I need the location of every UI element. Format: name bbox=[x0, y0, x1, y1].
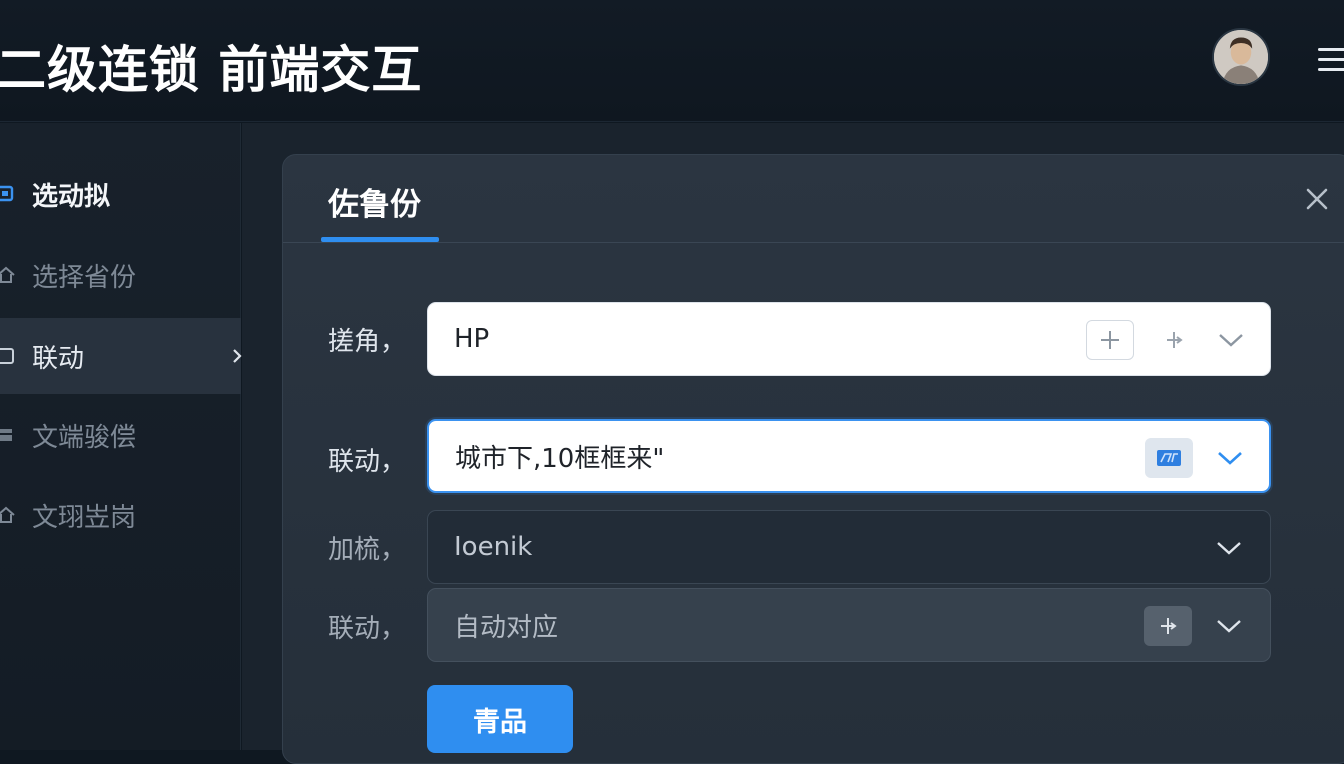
plus-icon bbox=[1101, 331, 1119, 349]
chevron-down-icon[interactable] bbox=[1214, 535, 1244, 561]
sidebar-item-label: 联动 bbox=[32, 343, 85, 374]
sidebar-item-select[interactable]: 选动拟 bbox=[0, 156, 241, 232]
tab-underline bbox=[321, 237, 439, 242]
chevron-down-icon[interactable] bbox=[1216, 327, 1246, 353]
field-value: 城市下,10框框来" bbox=[455, 443, 665, 474]
select-icon bbox=[0, 184, 16, 204]
pin-button[interactable] bbox=[1144, 606, 1192, 646]
tag-icon bbox=[1157, 450, 1181, 466]
form-panel: 佐鲁份 搓角， HP 联动， 城市下,10框框来" 加梳， Ioenik 联动，… bbox=[282, 154, 1344, 764]
add-button[interactable] bbox=[1086, 320, 1134, 360]
brand-select[interactable]: HP bbox=[427, 302, 1271, 376]
row-label: 加梳， bbox=[328, 535, 407, 565]
row-label: 搓角， bbox=[328, 327, 407, 357]
sidebar-item-docs[interactable]: 文端骏偿 bbox=[0, 397, 241, 473]
stack-icon bbox=[0, 425, 16, 445]
pin-button[interactable] bbox=[1150, 320, 1198, 360]
tab-active[interactable]: 佐鲁份 bbox=[328, 179, 421, 224]
pin-icon bbox=[1167, 332, 1183, 348]
sidebar-item-choose-province[interactable]: 选择省份 bbox=[0, 237, 241, 313]
app-title: 二级连锁 前端交互 bbox=[0, 41, 423, 99]
third-select[interactable]: Ioenik bbox=[427, 510, 1271, 584]
field-value: 自动对应 bbox=[454, 612, 559, 643]
sidebar-item-label: 选动拟 bbox=[32, 181, 111, 212]
close-icon[interactable] bbox=[1301, 183, 1333, 215]
sidebar-item-label: 选择省份 bbox=[32, 262, 137, 293]
chevron-down-icon[interactable] bbox=[1214, 613, 1244, 639]
row-label: 联动， bbox=[328, 614, 407, 644]
hamburger-menu-icon[interactable] bbox=[1316, 44, 1344, 74]
field-value: Ioenik bbox=[454, 532, 533, 562]
top-bar: 二级连锁 前端交互 bbox=[0, 0, 1344, 122]
tag-button[interactable] bbox=[1145, 438, 1193, 478]
row-label: 联动， bbox=[328, 447, 407, 477]
pin-icon bbox=[1161, 618, 1177, 634]
sidebar-item-docs-2[interactable]: 文珝岦岗 bbox=[0, 477, 241, 553]
panel-header: 佐鲁份 bbox=[283, 155, 1344, 243]
sidebar-item-linkage[interactable]: 联动 bbox=[0, 318, 242, 394]
chevron-down-icon[interactable] bbox=[1215, 445, 1245, 471]
sidebar: 选动拟 选择省份 联动 文端骏偿 文珝岦岗 bbox=[0, 123, 242, 750]
avatar[interactable] bbox=[1212, 28, 1270, 86]
chevron-right-icon bbox=[233, 349, 242, 363]
field-value: HP bbox=[454, 324, 490, 354]
avatar-image bbox=[1214, 30, 1268, 84]
linkage-select[interactable]: 城市下,10框框来" bbox=[427, 419, 1271, 493]
auto-select[interactable]: 自动对应 bbox=[427, 588, 1271, 662]
square-icon bbox=[0, 346, 16, 366]
submit-button[interactable]: 青品 bbox=[427, 685, 573, 753]
home-icon bbox=[0, 505, 16, 525]
sidebar-item-label: 文端骏偿 bbox=[32, 422, 137, 453]
sidebar-item-label: 文珝岦岗 bbox=[32, 502, 137, 533]
home-icon bbox=[0, 265, 16, 285]
